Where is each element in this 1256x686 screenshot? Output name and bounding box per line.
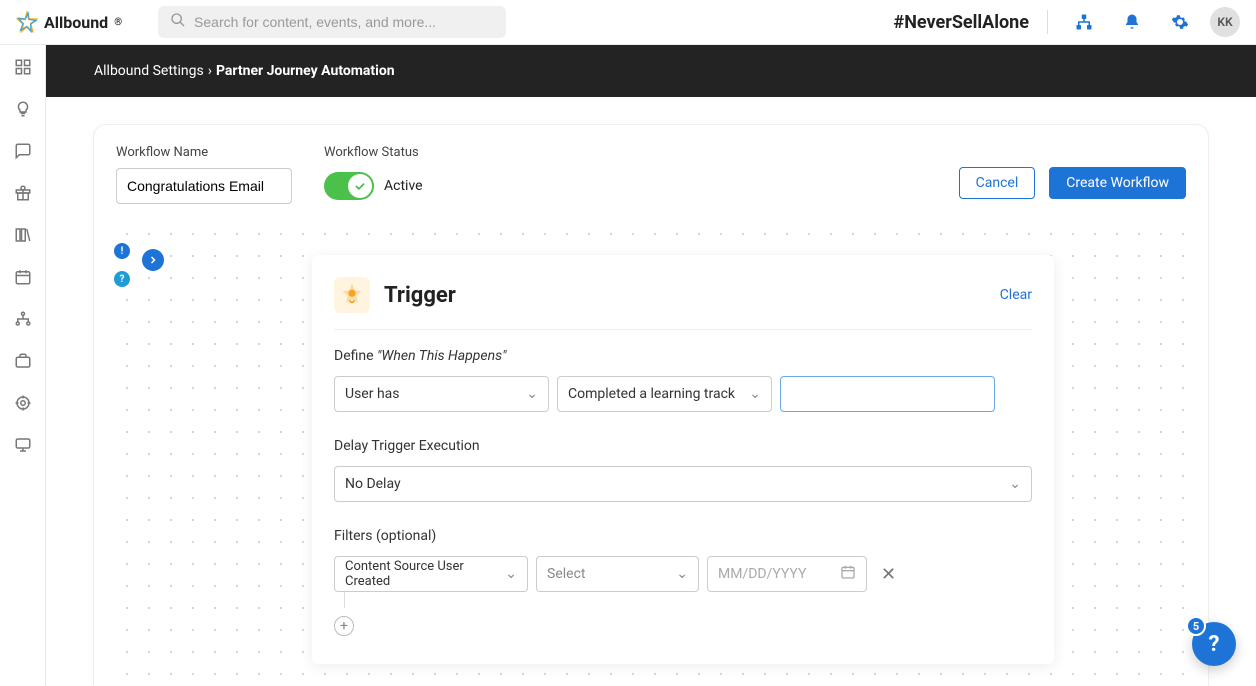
gear-icon[interactable] <box>1170 12 1190 32</box>
nav-org-icon[interactable] <box>13 309 33 329</box>
left-rail <box>0 45 46 686</box>
add-filter-button[interactable]: + <box>334 616 354 636</box>
workflow-card: Workflow Name Workflow Status Active Can… <box>94 125 1208 686</box>
clear-link[interactable]: Clear <box>1000 287 1032 303</box>
workflow-canvas: ! ? Trigger Clear Define "When This Happ… <box>116 223 1186 686</box>
logo-star-icon <box>16 11 38 33</box>
brand-text: Allbound <box>44 13 108 32</box>
bell-icon[interactable] <box>1122 12 1142 32</box>
trigger-panel: Trigger Clear Define "When This Happens"… <box>312 255 1054 664</box>
trigger-predicate-select[interactable]: Completed a learning track ⌄ <box>557 376 772 412</box>
workflow-name-label: Workflow Name <box>116 145 292 160</box>
panel-header: Trigger Clear <box>334 277 1032 330</box>
chevron-down-icon: ⌄ <box>749 386 761 402</box>
nav-books-icon[interactable] <box>13 225 33 245</box>
search-icon <box>170 12 186 32</box>
help-fab[interactable]: 5 ? <box>1192 622 1236 666</box>
hierarchy-icon[interactable] <box>1074 12 1094 32</box>
chevron-down-icon: ⌄ <box>676 566 688 582</box>
check-icon <box>348 174 372 198</box>
info-badge-icon[interactable]: ! <box>114 243 130 259</box>
define-label: Define "When This Happens" <box>334 348 1032 364</box>
search-box[interactable] <box>158 6 506 38</box>
breadcrumb: Allbound Settings › Partner Journey Auto… <box>46 45 1256 97</box>
remove-filter-icon[interactable]: ✕ <box>881 564 896 585</box>
trigger-subject-select[interactable]: User has ⌄ <box>334 376 549 412</box>
breadcrumb-current: Partner Journey Automation <box>216 63 395 79</box>
workflow-status-label: Workflow Status <box>324 145 423 160</box>
expand-panel-button[interactable] <box>142 249 164 271</box>
hint-badges: ! ? <box>114 243 130 287</box>
nav-chat-icon[interactable] <box>13 141 33 161</box>
chevron-down-icon: ⌄ <box>526 386 538 402</box>
breadcrumb-parent[interactable]: Allbound Settings <box>94 63 204 79</box>
breadcrumb-sep: › <box>208 63 212 79</box>
card-header: Workflow Name Workflow Status Active Can… <box>94 125 1208 204</box>
filters-label: Filters (optional) <box>334 528 1032 544</box>
nav-dashboard-icon[interactable] <box>13 57 33 77</box>
filter-field-select[interactable]: Content Source User Created ⌄ <box>334 556 528 592</box>
panel-title: Trigger <box>384 283 456 308</box>
trigger-icon <box>334 277 370 313</box>
help-badge-icon[interactable]: ? <box>114 271 130 287</box>
nav-calendar-icon[interactable] <box>13 267 33 287</box>
topbar: Allbound® #NeverSellAlone KK <box>0 0 1256 45</box>
workflow-name-group: Workflow Name <box>116 145 292 204</box>
help-count-badge: 5 <box>1186 616 1206 636</box>
hashtag: #NeverSellAlone <box>894 12 1029 33</box>
workflow-name-input[interactable] <box>116 168 292 204</box>
avatar[interactable]: KK <box>1210 7 1240 37</box>
logo[interactable]: Allbound® <box>16 11 122 33</box>
trigger-value-input[interactable] <box>780 376 995 412</box>
calendar-icon <box>840 564 856 584</box>
filter-operator-select[interactable]: Select ⌄ <box>536 556 699 592</box>
delay-select[interactable]: No Delay ⌄ <box>334 466 1032 502</box>
status-toggle[interactable] <box>324 172 374 200</box>
main: Workflow Name Workflow Status Active Can… <box>46 97 1256 686</box>
create-workflow-button[interactable]: Create Workflow <box>1049 167 1186 199</box>
nav-gift-icon[interactable] <box>13 183 33 203</box>
nav-monitor-icon[interactable] <box>13 435 33 455</box>
nav-target-icon[interactable] <box>13 393 33 413</box>
cancel-button[interactable]: Cancel <box>959 167 1036 199</box>
status-text: Active <box>384 178 423 194</box>
nav-briefcase-icon[interactable] <box>13 351 33 371</box>
workflow-status-group: Workflow Status Active <box>324 145 423 204</box>
filter-date-input[interactable]: MM/DD/YYYY <box>707 556 867 592</box>
delay-label: Delay Trigger Execution <box>334 438 1032 454</box>
chevron-down-icon: ⌄ <box>505 566 517 582</box>
divider <box>1047 10 1048 34</box>
nav-lightbulb-icon[interactable] <box>13 99 33 119</box>
chevron-down-icon: ⌄ <box>1009 476 1021 492</box>
search-input[interactable] <box>194 14 494 30</box>
